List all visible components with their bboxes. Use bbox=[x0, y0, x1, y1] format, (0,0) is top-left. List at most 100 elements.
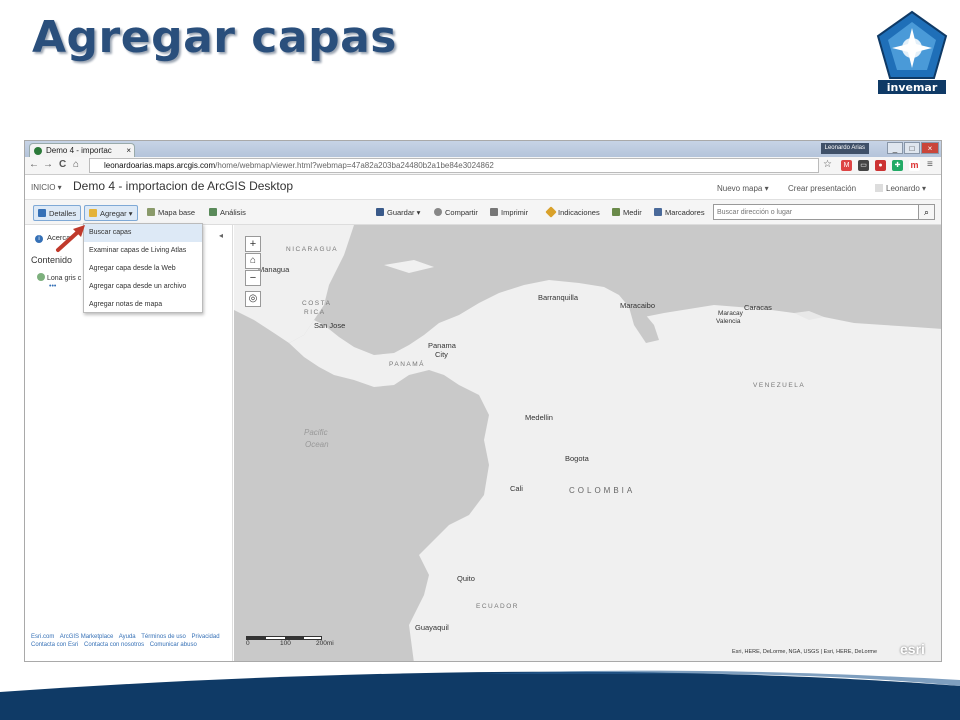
footer-link-contacta-esri[interactable]: Contacta con Esri bbox=[31, 642, 78, 648]
footer-link-contacta-nosotros[interactable]: Contacta con nosotros bbox=[84, 642, 144, 648]
marcadores-label: Marcadores bbox=[665, 208, 705, 217]
medir-button[interactable]: Medir bbox=[608, 205, 646, 221]
basemap-icon bbox=[147, 208, 155, 216]
indicaciones-button[interactable]: Indicaciones bbox=[543, 205, 604, 221]
map-title: Demo 4 - importacion de ArcGIS Desktop bbox=[73, 179, 294, 193]
map-label-venezuela: VENEZUELA bbox=[753, 382, 806, 389]
adblock-extension-icon[interactable]: ● bbox=[875, 160, 886, 171]
back-icon[interactable]: ← bbox=[29, 159, 39, 170]
browser-menu-icon[interactable]: ≡ bbox=[927, 159, 933, 170]
red-arrow-annotation bbox=[56, 225, 85, 252]
contenido-heading: Contenido bbox=[31, 255, 73, 265]
details-icon bbox=[38, 209, 46, 217]
footer-link-marketplace[interactable]: ArcGIS Marketplace bbox=[60, 634, 114, 640]
url-path: /home/webmap/viewer.html?webmap=47a82a20… bbox=[215, 161, 494, 170]
app-header: INICIO ▾ Demo 4 - importacion de ArcGIS … bbox=[25, 175, 941, 199]
footer-link-ayuda[interactable]: Ayuda bbox=[119, 634, 136, 640]
nuevo-mapa-menu[interactable]: Nuevo mapa ▾ bbox=[717, 184, 769, 193]
home-icon[interactable]: ⌂ bbox=[73, 159, 79, 170]
imprimir-button[interactable]: Imprimir bbox=[486, 205, 532, 221]
map-label-panama-city-1: Panama bbox=[428, 341, 456, 350]
map-land-shapes bbox=[234, 225, 941, 661]
locate-button[interactable]: ◎ bbox=[245, 291, 261, 307]
footer-link-privacidad[interactable]: Privacidad bbox=[192, 634, 220, 640]
url-host: leonardoarias.maps.arcgis.com bbox=[104, 161, 216, 170]
address-search-input[interactable]: Buscar dirección o lugar bbox=[713, 204, 921, 220]
extension-icon[interactable]: ▭ bbox=[858, 160, 869, 171]
collapse-panel-icon[interactable]: ◂ bbox=[219, 231, 223, 240]
map-home-button[interactable]: ⌂ bbox=[245, 253, 261, 269]
detalles-button[interactable]: Detalles bbox=[33, 205, 82, 221]
layer-label: Lona gris c bbox=[47, 275, 82, 282]
map-label-pacific-1: Pacific bbox=[304, 428, 328, 437]
map-label-nicaragua: NICARAGUA bbox=[286, 246, 339, 253]
search-icon[interactable]: ⌕ bbox=[918, 204, 935, 220]
scale-label-200: 200mi bbox=[316, 640, 334, 647]
map-attribution: Esri, HERE, DeLorme, NGA, USGS | Esri, H… bbox=[732, 649, 878, 655]
share-icon bbox=[434, 208, 442, 216]
footer-link-abuso[interactable]: Comunicar abuso bbox=[150, 642, 197, 648]
map-label-costa-rica-1: COSTA bbox=[302, 300, 332, 307]
agregar-label: Agregar ▾ bbox=[100, 209, 133, 218]
footer-link-esri[interactable]: Esri.com bbox=[31, 634, 54, 640]
url-input[interactable]: leonardoarias.maps.arcgis.com/home/webma… bbox=[89, 158, 819, 173]
layer-item[interactable]: Lona gris c bbox=[37, 273, 81, 282]
compartir-button[interactable]: Compartir bbox=[430, 205, 482, 221]
guardar-button[interactable]: Guardar ▾ bbox=[372, 205, 424, 221]
agregar-button[interactable]: Agregar ▾ bbox=[84, 205, 138, 221]
address-bar: ← → C ⌂ leonardoarias.maps.arcgis.com/ho… bbox=[25, 157, 941, 175]
window-close-button[interactable]: × bbox=[921, 142, 939, 154]
slide-title: Agregar capas bbox=[32, 12, 397, 63]
save-icon bbox=[376, 208, 384, 216]
browser-tab[interactable]: Demo 4 - importac × bbox=[29, 143, 135, 157]
map-toolbar: Detalles Agregar ▾ Mapa base Análisis Gu… bbox=[25, 199, 941, 225]
menu-item-notas-mapa[interactable]: Agregar notas de mapa bbox=[84, 296, 202, 314]
marcadores-button[interactable]: Marcadores bbox=[650, 205, 709, 221]
crear-presentacion-link[interactable]: Crear presentación bbox=[788, 184, 856, 193]
footer-link-terminos[interactable]: Términos de uso bbox=[141, 634, 186, 640]
analisis-button[interactable]: Análisis bbox=[205, 205, 250, 221]
zoom-in-button[interactable]: + bbox=[245, 236, 261, 252]
map-label-guayaquil: Guayaquil bbox=[415, 623, 449, 632]
tab-close-icon[interactable]: × bbox=[126, 144, 131, 157]
map-label-barranquilla: Barranquilla bbox=[538, 293, 579, 302]
maximize-button[interactable]: □ bbox=[904, 142, 920, 154]
add-layer-icon bbox=[89, 209, 97, 217]
map-label-cali: Cali bbox=[510, 484, 523, 493]
bookmarks-icon bbox=[654, 208, 662, 216]
mapa-base-label: Mapa base bbox=[158, 208, 196, 217]
compartir-label: Compartir bbox=[445, 208, 478, 217]
menu-item-buscar-capas[interactable]: Buscar capas bbox=[84, 224, 202, 242]
inicio-menu[interactable]: INICIO ▾ bbox=[31, 183, 62, 192]
reload-icon[interactable]: C bbox=[59, 159, 66, 170]
bookmark-star-icon[interactable]: ☆ bbox=[823, 159, 832, 170]
panel-footer-links: Esri.com ArcGIS Marketplace Ayuda Términ… bbox=[31, 633, 227, 649]
minimize-button[interactable]: _ bbox=[887, 142, 903, 154]
map-label-maracay: Maracay bbox=[718, 310, 743, 317]
map-view[interactable]: NICARAGUA Managua COSTA RICA San Jose PA… bbox=[234, 225, 941, 661]
forward-icon[interactable]: → bbox=[43, 159, 53, 170]
mapa-base-button[interactable]: Mapa base bbox=[143, 205, 199, 221]
menu-item-capa-archivo[interactable]: Agregar capa desde un archivo bbox=[84, 278, 202, 296]
directions-icon bbox=[545, 206, 557, 218]
map-label-bogota: Bogota bbox=[565, 454, 589, 463]
indicaciones-label: Indicaciones bbox=[558, 208, 600, 217]
menu-item-capa-web[interactable]: Agregar capa desde la Web bbox=[84, 260, 202, 278]
user-name: Leonardo ▾ bbox=[886, 184, 927, 193]
invemar-logo: invemar bbox=[876, 10, 948, 94]
layer-options-icon[interactable]: ••• bbox=[49, 283, 56, 290]
user-menu[interactable]: Leonardo ▾ bbox=[875, 184, 926, 193]
gmail-extension-icon[interactable]: M bbox=[841, 160, 852, 171]
footer-wave bbox=[0, 670, 960, 720]
extension-green-icon[interactable]: ✚ bbox=[892, 160, 903, 171]
analisis-label: Análisis bbox=[220, 208, 246, 217]
browser-screenshot: Demo 4 - importac × Leonardo Arias _ □ ×… bbox=[24, 140, 942, 662]
map-label-pacific-2: Ocean bbox=[305, 440, 329, 449]
user-avatar-icon bbox=[875, 184, 883, 192]
mendeley-extension-icon[interactable]: m bbox=[909, 160, 920, 171]
imprimir-label: Imprimir bbox=[501, 208, 529, 217]
menu-item-living-atlas[interactable]: Examinar capas de Living Atlas bbox=[84, 242, 202, 260]
map-label-panama-city-2: City bbox=[435, 350, 448, 359]
zoom-out-button[interactable]: − bbox=[245, 270, 261, 286]
scale-label-100: 100 bbox=[280, 640, 291, 647]
